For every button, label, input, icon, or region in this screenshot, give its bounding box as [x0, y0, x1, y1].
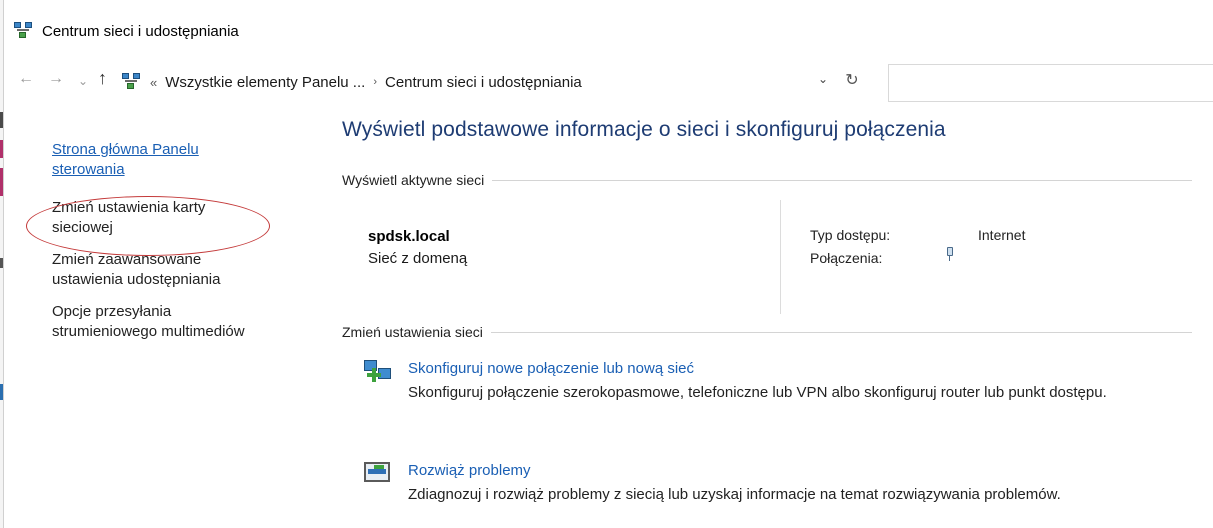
access-type-value: Internet — [978, 227, 1026, 243]
breadcrumb-item-network-center[interactable]: Centrum sieci i udostępniania — [385, 74, 582, 91]
address-dropdown-icon[interactable]: ⌄ — [818, 72, 828, 86]
network-type: Sieć z domeną — [368, 250, 468, 267]
vertical-divider — [780, 200, 781, 314]
change-settings-header: Zmień ustawienia sieci — [342, 324, 1192, 340]
sidebar-item-label: Opcje przesyłania — [52, 303, 172, 320]
sidebar-item-label: ustawienia udostępniania — [52, 271, 221, 288]
navigation-bar: ← → ⌄ ↑ « Wszystkie elementy Panelu ... … — [0, 62, 1213, 102]
sidebar-item-label: strumieniowego multimediów — [52, 323, 245, 340]
active-networks-header: Wyświetl aktywne sieci — [342, 172, 1192, 188]
section-label: Wyświetl aktywne sieci — [342, 172, 485, 188]
sidebar-item-media-streaming[interactable]: Opcje przesyłania strumieniowego multime… — [52, 302, 312, 342]
edge-mark — [0, 140, 3, 158]
task-new-connection: Skonfiguruj nowe połączenie lub nową sie… — [362, 358, 1208, 404]
edge-mark — [0, 168, 3, 196]
new-connection-icon — [362, 358, 394, 386]
connections-label: Połączenia: — [810, 250, 883, 266]
breadcrumb-overflow-icon[interactable]: « — [150, 75, 157, 90]
forward-arrow-icon[interactable]: → — [48, 70, 64, 88]
edge-mark — [0, 258, 3, 268]
edge-mark — [0, 112, 3, 128]
sidebar-item-control-panel-home[interactable]: Strona główna Panelu sterowania — [52, 140, 312, 180]
chevron-right-icon[interactable]: › — [373, 76, 377, 88]
highlight-ellipse — [26, 196, 270, 256]
task-troubleshoot: Rozwiąż problemy Zdiagnozuj i rozwiąż pr… — [362, 460, 1208, 506]
new-connection-link[interactable]: Skonfiguruj nowe połączenie lub nową sie… — [408, 358, 1208, 380]
active-network: spdsk.local Sieć z domeną — [368, 226, 467, 270]
sidebar-item-label: Strona główna Panelu — [52, 141, 199, 158]
task-description: Skonfiguruj połączenie szerokopasmowe, t… — [408, 384, 1107, 401]
refresh-icon[interactable]: ↻ — [834, 70, 870, 94]
window-title: Centrum sieci i udostępniania — [42, 22, 239, 40]
edge-mark — [0, 384, 3, 400]
access-type-label: Typ dostępu: — [810, 227, 891, 243]
troubleshoot-link[interactable]: Rozwiąż problemy — [408, 460, 1208, 482]
network-center-icon — [14, 22, 34, 40]
back-arrow-icon[interactable]: ← — [18, 70, 34, 88]
up-arrow-icon[interactable]: ↑ — [98, 68, 107, 89]
breadcrumb-item-control-panel[interactable]: Wszystkie elementy Panelu ... — [165, 74, 365, 91]
network-name: spdsk.local — [368, 228, 450, 245]
sidebar-item-label: sterowania — [52, 161, 125, 178]
troubleshoot-icon — [362, 460, 394, 488]
page-title: Wyświetl podstawowe informacje o sieci i… — [342, 118, 946, 141]
title-bar: Centrum sieci i udostępniania — [14, 18, 239, 44]
network-center-icon — [122, 73, 142, 91]
section-divider — [492, 179, 1192, 181]
address-bar[interactable]: « Wszystkie elementy Panelu ... › Centru… — [122, 66, 826, 98]
ethernet-cable-icon[interactable] — [946, 247, 954, 261]
recent-locations-icon[interactable]: ⌄ — [78, 74, 88, 88]
sidebar-item-advanced-sharing[interactable]: Zmień zaawansowane ustawienia udostępnia… — [52, 250, 312, 290]
network-properties: Typ dostępu: Internet Połączenia: — [810, 224, 1025, 270]
section-divider — [490, 331, 1192, 333]
task-description: Zdiagnozuj i rozwiąż problemy z siecią l… — [408, 486, 1061, 503]
search-input[interactable] — [888, 64, 1213, 102]
section-label: Zmień ustawienia sieci — [342, 324, 483, 340]
main-content: Wyświetl podstawowe informacje o sieci i… — [342, 118, 1192, 503]
